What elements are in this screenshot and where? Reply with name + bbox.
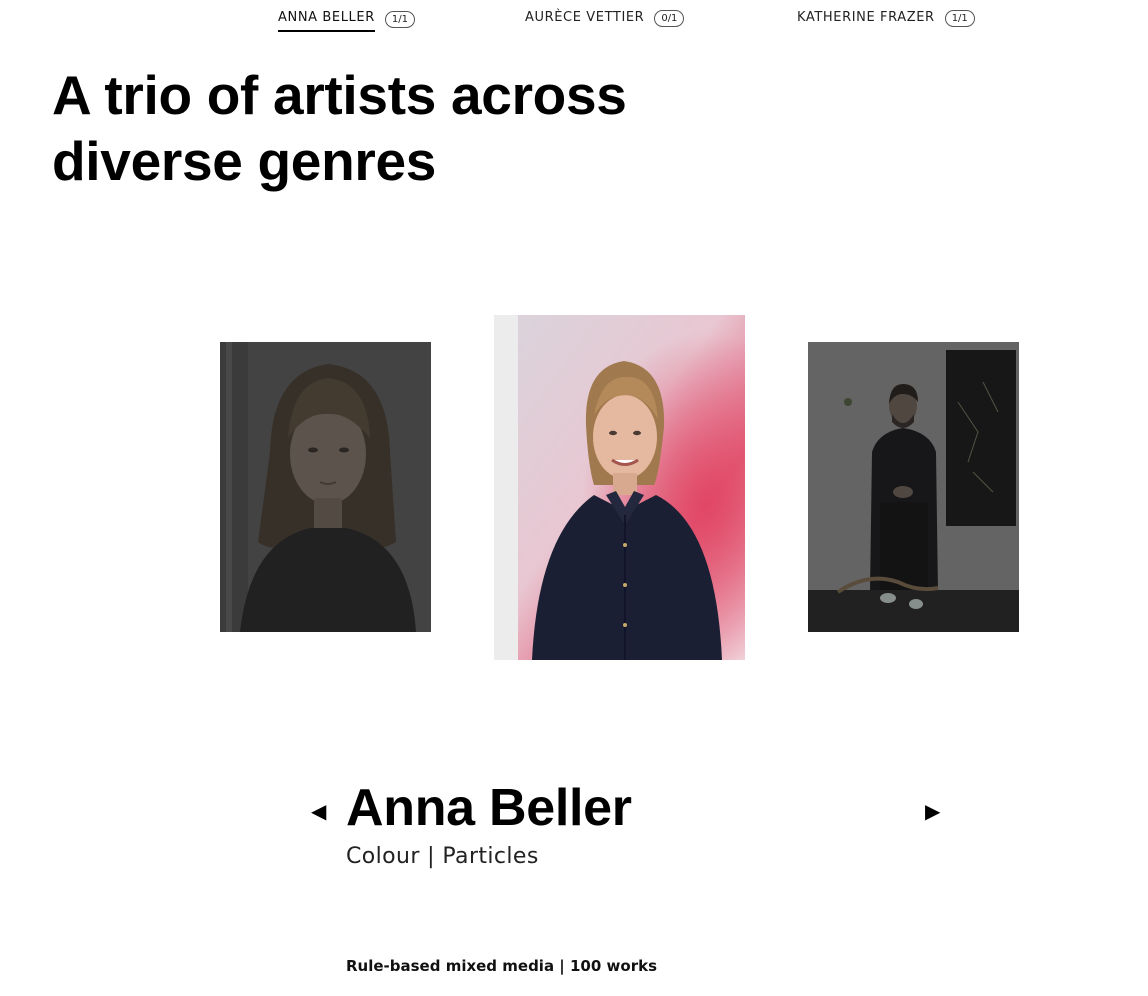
artist-tab-bar: ANNA BELLER 1/1 AURÈCE VETTIER 0/1 KATHE… — [0, 0, 1148, 40]
artist-tags: Colour | Particles — [346, 844, 539, 869]
artist-collection-meta: Rule-based mixed media | 100 works — [346, 957, 657, 975]
carousel-prev-arrow-icon[interactable]: ◀ — [311, 801, 326, 821]
portrait-card-next[interactable] — [808, 342, 1019, 632]
carousel-next-arrow-icon[interactable]: ▶ — [925, 801, 940, 821]
tab-label: KATHERINE FRAZER — [797, 10, 935, 25]
tab-count-badge: 0/1 — [654, 9, 685, 27]
portrait-card-previous[interactable] — [220, 342, 431, 632]
artist-name: Anna Beller — [346, 779, 632, 837]
portrait-photo-woman-bangs — [220, 342, 431, 632]
portrait-card-active[interactable] — [494, 315, 745, 660]
tab-label: AURÈCE VETTIER — [525, 10, 645, 25]
portrait-photo-woman-smiling — [494, 315, 745, 660]
tab-anna-beller[interactable]: ANNA BELLER 1/1 — [278, 9, 415, 32]
tab-katherine-frazer[interactable]: KATHERINE FRAZER 1/1 — [797, 9, 975, 30]
tab-label: ANNA BELLER — [278, 9, 375, 32]
tab-count-badge: 1/1 — [384, 10, 415, 28]
portrait-photo-man-suit — [808, 342, 1019, 632]
tab-aurece-vettier[interactable]: AURÈCE VETTIER 0/1 — [525, 9, 685, 30]
tab-count-badge: 1/1 — [944, 9, 975, 27]
page-headline: A trio of artists across diverse genres — [52, 64, 627, 192]
